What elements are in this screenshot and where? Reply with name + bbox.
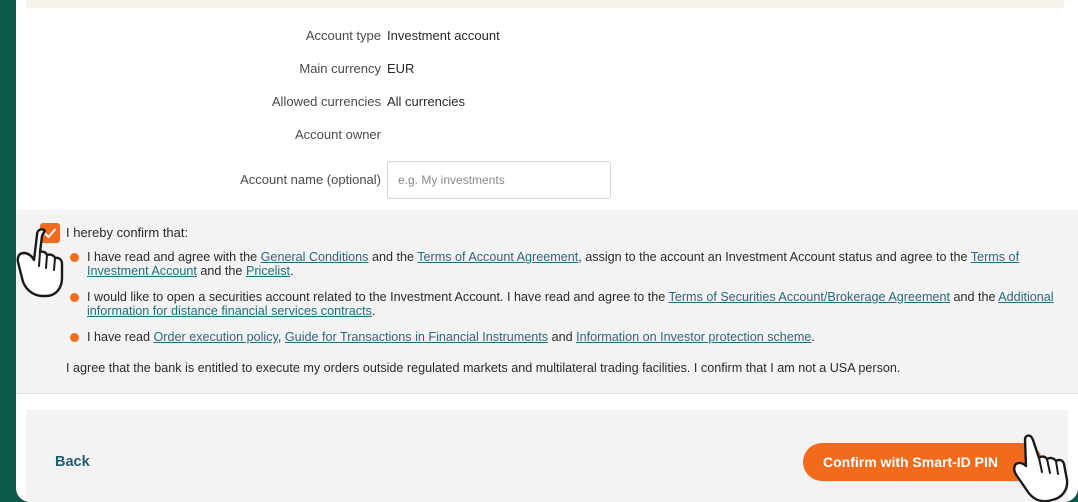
allowed-currencies-row: Allowed currencies All currencies	[16, 90, 1078, 114]
account-type-row: Account type Investment account	[16, 24, 1078, 48]
account-type-value: Investment account	[387, 28, 500, 43]
pricelist-link[interactable]: Pricelist	[246, 264, 290, 278]
bullet-text: and the	[368, 250, 418, 264]
bullet-text: ,	[277, 330, 285, 344]
main-currency-value: EUR	[387, 61, 415, 76]
terms-of-securities-account-link[interactable]: Terms of Securities Account/Brokerage Ag…	[669, 290, 950, 304]
hand-pointer-icon	[1013, 434, 1069, 502]
allowed-currencies-label: Allowed currencies	[271, 94, 381, 109]
order-execution-policy-link[interactable]: Order execution policy	[154, 330, 278, 344]
bullet-dot	[70, 333, 79, 342]
main-currency-label: Main currency	[299, 61, 381, 76]
general-conditions-link[interactable]: General Conditions	[261, 250, 369, 264]
bullet-text: , assign to the account an Investment Ac…	[578, 250, 971, 264]
bullet-text: and the	[196, 264, 246, 278]
bullet-dot	[70, 293, 79, 302]
hand-pointer-icon	[16, 228, 64, 298]
bullet-text: and	[548, 330, 577, 344]
bullet-general-conditions: I have read and agree with the General C…	[66, 250, 1056, 278]
account-name-input[interactable]	[387, 161, 611, 199]
confirm-smart-id-button[interactable]: Confirm with Smart-ID PIN	[803, 443, 1042, 481]
bullet-text: .	[371, 304, 376, 318]
agreement-text: I agree that the bank is entitled to exe…	[66, 361, 901, 375]
investor-protection-link[interactable]: Information on Investor protection schem…	[576, 330, 811, 344]
guide-for-transactions-link[interactable]: Guide for Transactions in Financial Inst…	[285, 330, 548, 344]
top-strip	[26, 0, 1064, 8]
account-owner-label: Account owner	[295, 127, 381, 142]
bullet-securities-account: I would like to open a securities accoun…	[66, 290, 1056, 318]
confirm-bullet-list: I have read and agree with the General C…	[66, 250, 1056, 356]
confirm-title: I hereby confirm that:	[66, 225, 189, 240]
account-owner-row: Account owner	[16, 123, 1078, 147]
account-name-label: Account name (optional)	[240, 172, 381, 187]
back-button[interactable]: Back	[55, 454, 90, 470]
account-type-label: Account type	[305, 28, 381, 43]
allowed-currencies-value: All currencies	[387, 94, 466, 109]
account-form-card: Account type Investment account Main cur…	[16, 0, 1078, 502]
bullet-text: I have read and agree with the	[87, 250, 261, 264]
main-currency-row: Main currency EUR	[16, 57, 1078, 81]
bullet-text: I have read	[87, 330, 154, 344]
bullet-dot	[70, 253, 79, 262]
bullet-text: .	[811, 330, 815, 344]
terms-of-account-agreement-link[interactable]: Terms of Account Agreement	[417, 250, 578, 264]
confirmation-section: I hereby confirm that: I have read and a…	[16, 210, 1078, 394]
bullet-order-execution: I have read Order execution policy, Guid…	[66, 330, 1056, 344]
bullet-text: and the	[949, 290, 999, 304]
bullet-text: .	[290, 264, 294, 278]
bullet-text: I would like to open a securities accoun…	[87, 290, 669, 304]
